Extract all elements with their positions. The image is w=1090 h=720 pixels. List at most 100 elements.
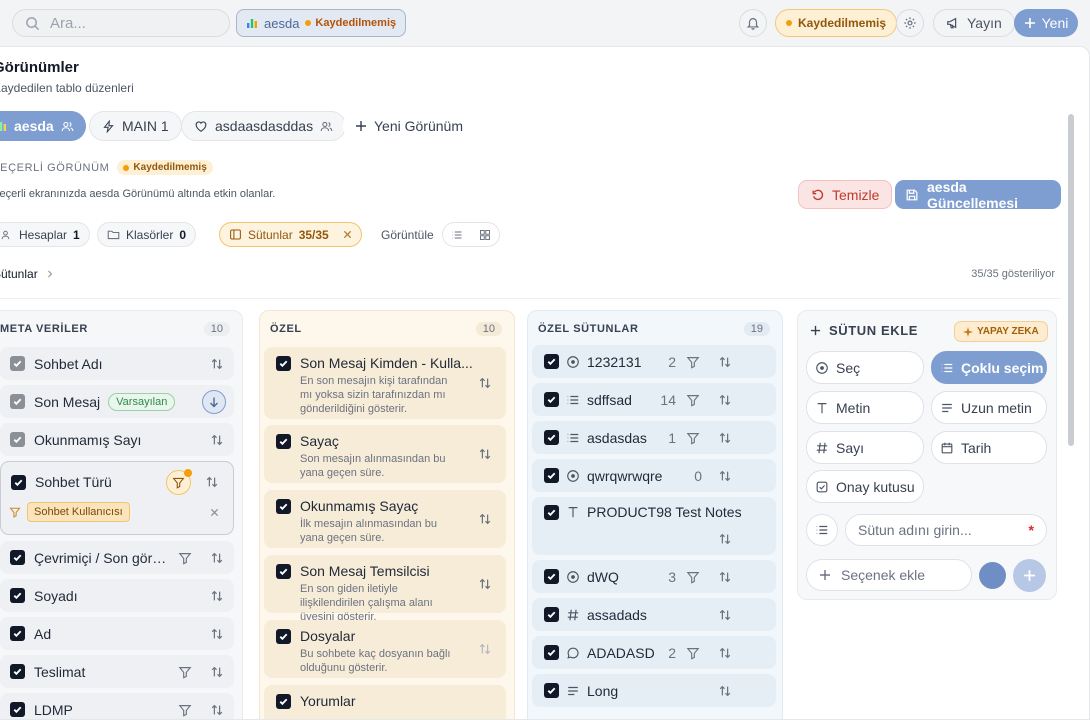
filter-active-icon[interactable] [166,468,192,495]
checkbox[interactable] [10,702,25,717]
checkbox[interactable] [544,505,559,520]
filter-icon[interactable] [178,703,192,717]
checkbox[interactable] [11,474,26,490]
sort-icon[interactable] [210,551,224,565]
scrollbar[interactable] [1068,114,1074,446]
checkbox[interactable] [544,430,559,445]
checkbox[interactable] [544,683,559,698]
option-input[interactable]: Seçenek ekle [806,559,972,591]
column-row-ad[interactable]: Ad [0,617,234,650]
sort-icon[interactable] [718,532,732,546]
sort-icon[interactable] [478,512,492,526]
filter-value-chip[interactable]: Sohbet Kullanıcısı [27,502,130,522]
sort-icon[interactable] [210,665,224,679]
column-type-picker[interactable] [806,514,838,546]
column-row-son-mesaj[interactable]: Son Mesaj Varsayılan [0,385,234,418]
checkbox[interactable] [276,693,291,709]
checkbox[interactable] [10,664,25,679]
option-color-swatch[interactable] [979,562,1006,589]
checkbox[interactable] [544,607,559,622]
column-row-okunmamis-sayi[interactable]: Okunmamış Sayı [0,423,234,456]
checkbox[interactable] [10,626,25,641]
clear-button[interactable]: Temizle [798,180,893,209]
sort-icon[interactable] [718,355,732,369]
sort-icon[interactable] [478,577,492,591]
sort-icon[interactable] [718,684,732,698]
column-row-soyadi[interactable]: Soyadı [0,579,234,612]
sort-icon[interactable] [718,646,732,660]
filter-icon[interactable] [686,431,700,445]
column-row-son-mesaj-kimden[interactable]: Son Mesaj Kimden - Kulla... En son mesaj… [264,347,506,419]
checkbox[interactable] [544,392,559,407]
column-row-okunmamis-sayac[interactable]: Okunmamış Sayaç İlk mesajın alınmasından… [264,490,506,548]
type-checkbox-button[interactable]: Onay kutusu [806,470,924,503]
checkbox[interactable] [544,354,559,369]
checkbox[interactable] [544,468,559,483]
sort-icon[interactable] [478,376,492,390]
type-number-button[interactable]: Sayı [806,431,924,464]
breadcrumb[interactable]: Sütunlar [0,267,54,281]
checkbox[interactable] [276,563,291,579]
column-row-yorumlar[interactable]: Yorumlar [264,685,506,719]
sort-icon[interactable] [210,627,224,641]
checkbox[interactable] [10,432,25,447]
type-date-button[interactable]: Tarih [931,431,1047,464]
sort-icon[interactable] [718,469,732,483]
filter-icon[interactable] [686,393,700,407]
sort-icon[interactable] [210,433,224,447]
filter-icon[interactable] [178,551,192,565]
type-multi-select-button[interactable]: Çoklu seçim [931,351,1047,384]
checkbox[interactable] [10,550,25,565]
column-row-sohbet-turu[interactable]: Sohbet Türü Sohbet Kullanıcısı [0,461,234,535]
close-icon[interactable] [210,508,219,517]
column-row-assadads[interactable]: assadads [532,598,776,631]
checkbox[interactable] [276,498,291,514]
sort-icon[interactable] [718,431,732,445]
sort-icon[interactable] [210,357,224,371]
grid-view-icon[interactable] [479,229,491,241]
type-text-button[interactable]: Metin [806,391,924,424]
filter-icon[interactable] [178,665,192,679]
filter-icon[interactable] [686,570,700,584]
sort-icon[interactable] [478,642,492,656]
column-row-asdasdas[interactable]: asdasdas 1 [532,421,776,454]
checkbox[interactable] [276,628,291,644]
update-view-button[interactable]: aesda Güncellemesi [895,179,1061,211]
column-name-input[interactable]: Sütun adını girin... * [845,514,1047,546]
checkbox[interactable] [10,356,25,371]
sort-icon[interactable] [718,393,732,407]
filter-chip-columns[interactable]: Sütunlar 35/35 [219,222,362,247]
list-view-icon[interactable] [451,229,463,241]
type-long-text-button[interactable]: Uzun metin [931,391,1047,424]
checkbox[interactable] [10,588,25,603]
column-row-1232131[interactable]: 1232131 2 [532,345,776,378]
new-view-button[interactable]: Yeni Görünüm [343,111,475,141]
view-tab-asdaasdasddas[interactable]: asdaasdasddas [181,111,347,141]
filter-icon[interactable] [686,355,700,369]
column-row-son-mesaj-temsilcisi[interactable]: Son Mesaj Temsilcisi En son giden iletiy… [264,555,506,623]
column-row-qwrqwrwqre[interactable]: qwrqwrwqre 0 [532,459,776,492]
column-row-sayac[interactable]: Sayaç Son mesajın alınmasından bu yana g… [264,425,506,483]
column-row-sohbet-adi[interactable]: Sohbet Adı [0,347,234,380]
column-row-sdffsad[interactable]: sdffsad 14 [532,383,776,416]
search-input[interactable]: Ara... [50,15,86,32]
display-toggle[interactable] [442,222,500,247]
column-row-cevrimici[interactable]: Çevrimiçi / Son görü... [0,541,234,574]
filter-icon[interactable] [686,646,700,660]
search-box[interactable]: Ara... [12,9,230,37]
column-row-teslimat[interactable]: Teslimat [0,655,234,688]
ai-button[interactable]: YAPAY ZEKA [954,321,1048,342]
sort-icon[interactable] [718,570,732,584]
new-button[interactable]: Yeni [1014,9,1078,37]
sort-icon[interactable] [210,703,224,717]
notifications-button[interactable] [739,9,767,37]
checkbox[interactable] [276,355,291,371]
sort-icon[interactable] [210,589,224,603]
view-tab-main-1[interactable]: MAIN 1 [89,111,182,141]
type-select-button[interactable]: Seç [806,351,924,384]
unsaved-status-pill[interactable]: Kaydedilmemiş [775,9,898,37]
column-row-ldmp[interactable]: LDMP [0,693,234,719]
column-row-product98[interactable]: PRODUCT98 Test Notes [532,497,776,555]
column-row-dosyalar[interactable]: Dosyalar Bu sohbete kaç dosyanın bağlı o… [264,620,506,678]
filter-chip-accounts[interactable]: Hesaplar 1 [0,222,90,247]
